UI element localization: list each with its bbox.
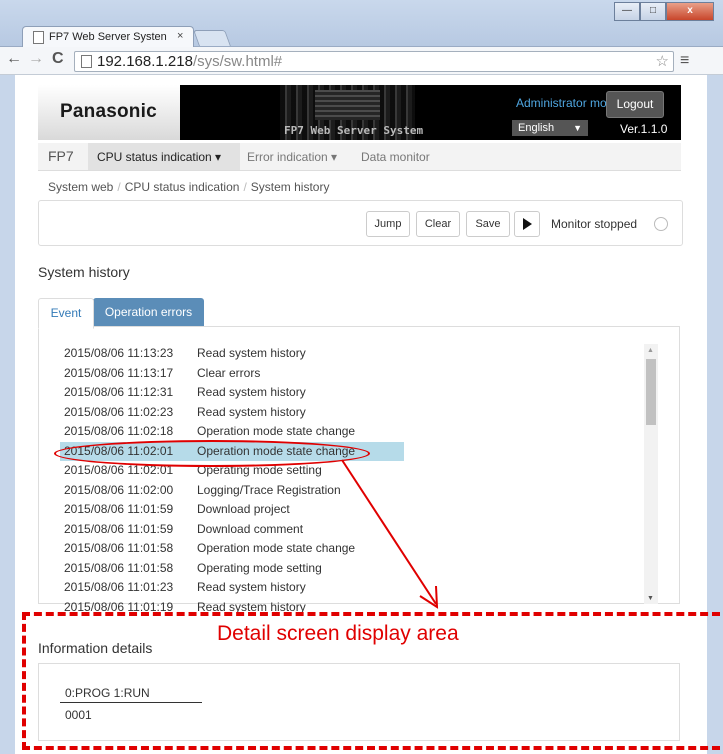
annotation-label: Detail screen display area (217, 622, 459, 645)
tab-event[interactable]: Event (38, 298, 94, 329)
